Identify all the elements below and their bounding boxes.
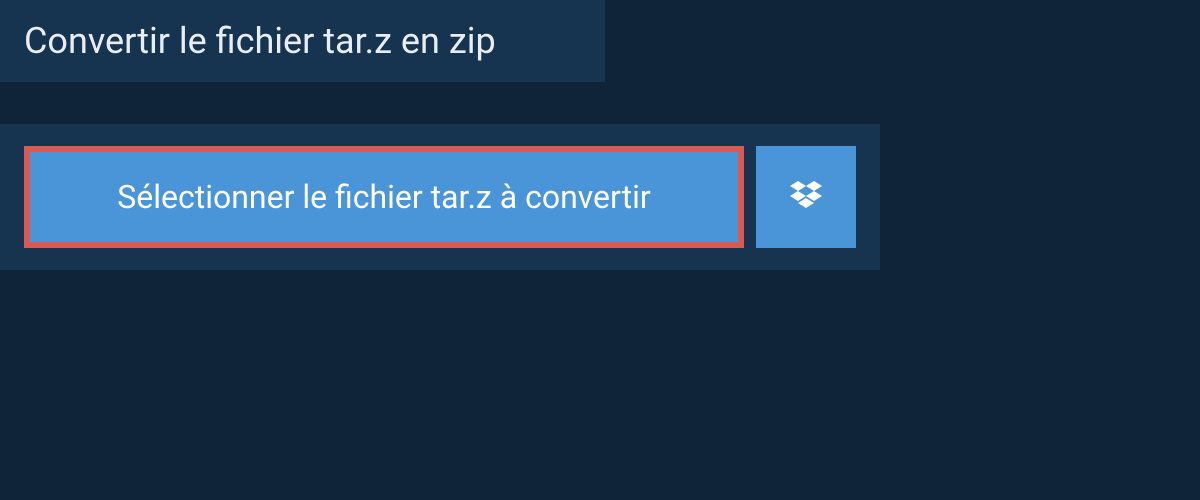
select-file-label: Sélectionner le fichier tar.z à converti…	[117, 178, 650, 216]
page-title: Convertir le fichier tar.z en zip	[24, 20, 581, 62]
dropbox-icon	[786, 177, 826, 217]
select-file-button[interactable]: Sélectionner le fichier tar.z à converti…	[24, 146, 744, 248]
dropbox-button[interactable]	[756, 146, 856, 248]
action-panel: Sélectionner le fichier tar.z à converti…	[0, 124, 880, 270]
header-bar: Convertir le fichier tar.z en zip	[0, 0, 605, 82]
